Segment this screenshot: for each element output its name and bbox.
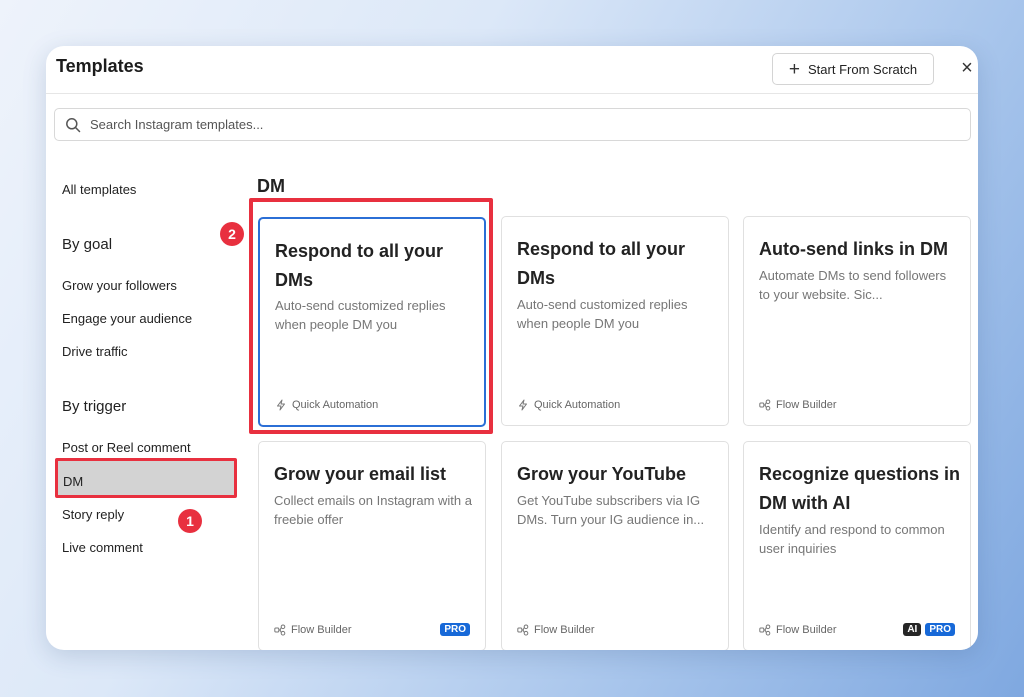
card-footer-label: Flow Builder [776,399,837,411]
card-footer-label: Flow Builder [291,624,352,636]
plus-icon: + [788,58,801,80]
sidebar-item-story-reply[interactable]: Story reply [62,507,124,522]
card-title: Respond to all your DMs [517,239,686,288]
card-footer-label: Quick Automation [534,399,621,411]
card-description: Collect emails on Instagram with a freeb… [274,493,472,527]
card-footer-label: Quick Automation [292,399,379,411]
search-icon [66,117,81,132]
card-badges: AI PRO [903,623,955,636]
flow-icon [274,624,286,636]
close-icon[interactable]: × [956,57,978,79]
step-1-marker: 1 [178,509,202,533]
flow-icon [759,399,771,411]
sidebar-item-label: DM [63,474,84,489]
start-from-scratch-button[interactable]: + Start From Scratch [772,53,934,85]
card-footer: Flow Builder [759,624,837,636]
card-description: Get YouTube subscribers via IG DMs. Turn… [517,493,705,527]
start-from-scratch-label: Start From Scratch [808,61,918,77]
ai-badge: AI [903,623,922,636]
step-2-marker: 2 [220,222,244,246]
card-footer-label: Flow Builder [534,624,595,636]
lightning-icon [519,399,527,411]
card-title: Respond to all your DMs [275,241,444,290]
template-card[interactable]: Recognize questions in DM with AI Identi… [743,441,971,650]
sidebar-item-engage-audience[interactable]: Engage your audience [62,311,192,326]
header-divider [46,93,978,94]
card-footer: Quick Automation [517,399,620,411]
card-description: Automate DMs to send followers to your w… [759,268,947,302]
sidebar-item-drive-traffic[interactable]: Drive traffic [62,344,128,359]
template-card[interactable]: Grow your YouTube Get YouTube subscriber… [501,441,729,650]
lightning-icon [277,399,285,411]
card-footer-label: Flow Builder [776,624,837,636]
sidebar-item-dm[interactable]: DM [55,458,237,498]
template-card[interactable]: Respond to all your DMs Auto-send custom… [501,216,729,426]
sidebar-item-live-comment[interactable]: Live comment [62,540,143,555]
search-input[interactable] [90,117,950,132]
card-title: Grow your email list [274,464,447,484]
card-badges: PRO [440,623,470,636]
card-description: Identify and respond to common user inqu… [759,522,945,556]
pro-badge: PRO [925,623,955,636]
flow-icon [759,624,771,636]
template-card[interactable]: Auto-send links in DM Automate DMs to se… [743,216,971,426]
template-card[interactable]: Grow your email list Collect emails on I… [258,441,486,650]
card-footer: Flow Builder [517,624,595,636]
card-description: Auto-send customized replies when people… [275,298,446,332]
by-trigger-heading: By trigger [62,398,127,415]
template-card[interactable]: Respond to all your DMs Auto-send custom… [258,217,486,427]
flow-icon [517,624,529,636]
modal-title: Templates [56,56,144,76]
card-footer: Flow Builder [759,399,837,411]
card-description: Auto-send customized replies when people… [517,297,688,331]
search-bar[interactable] [54,108,971,141]
card-title: Grow your YouTube [517,464,687,484]
section-title: DM [257,176,285,196]
sidebar-item-all-templates[interactable]: All templates [62,182,136,197]
templates-modal: Templates + Start From Scratch × All tem… [46,46,978,650]
card-footer: Quick Automation [275,399,378,411]
card-title: Auto-send links in DM [759,239,948,259]
sidebar-item-grow-followers[interactable]: Grow your followers [62,278,177,293]
by-goal-heading: By goal [62,236,113,253]
card-footer: Flow Builder [274,624,352,636]
card-title: Recognize questions in DM with AI [759,464,961,513]
pro-badge: PRO [440,623,470,636]
sidebar-item-post-reel-comment[interactable]: Post or Reel comment [62,440,191,455]
